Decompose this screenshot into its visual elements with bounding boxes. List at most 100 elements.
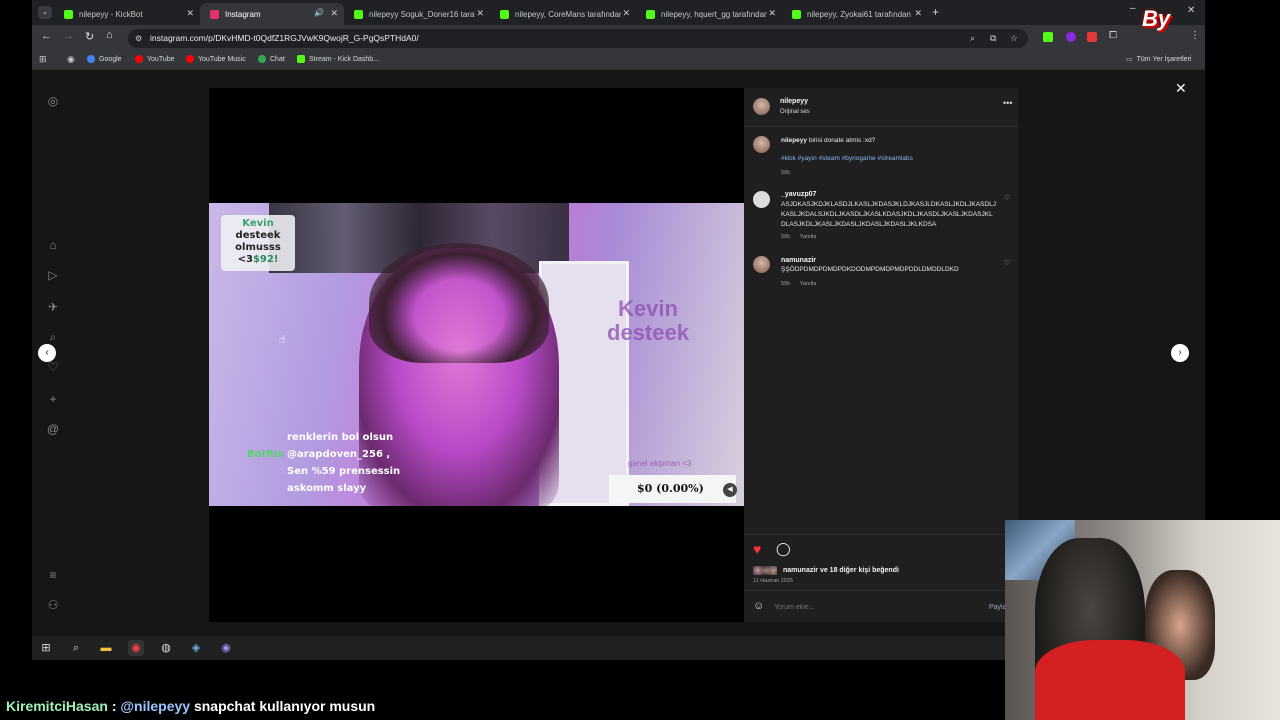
more-menu-icon[interactable]: ≡ xyxy=(46,568,60,582)
liked-heart-icon[interactable]: ♥ xyxy=(753,541,761,557)
hashtags[interactable]: #kick #yayın #steam #bynogame #streamlab… xyxy=(781,155,913,162)
bookmark-kick-dashboard[interactable]: Stream - Kick Dashb... xyxy=(297,55,379,63)
webcam-feed xyxy=(1005,520,1280,720)
like-comment-icon[interactable]: ♡ xyxy=(1004,259,1010,267)
emoji-icon[interactable]: ☺ xyxy=(753,600,764,612)
close-icon[interactable]: ✕ xyxy=(914,8,922,19)
more-options-icon[interactable]: ••• xyxy=(1003,98,1012,108)
comment-input[interactable] xyxy=(774,600,974,614)
puzzle-icon[interactable]: ⧠ xyxy=(1109,30,1117,41)
windows-start-icon[interactable]: ⊞ xyxy=(38,640,54,656)
alert-line: <3 xyxy=(237,254,253,265)
create-icon[interactable]: + xyxy=(46,392,60,406)
video-frame[interactable]: Kevin desteek olmusss <3$92! Kevin deste… xyxy=(209,203,744,506)
steam-icon[interactable]: ◈ xyxy=(188,640,204,656)
threads-icon[interactable]: @ xyxy=(46,422,60,436)
caption-user[interactable]: nilepeyy xyxy=(781,137,807,144)
chat-bot-name: BotRix xyxy=(247,449,284,460)
avatar[interactable] xyxy=(753,256,770,273)
chrome-icon[interactable]: ◉ xyxy=(128,640,144,656)
bookmark-youtube[interactable]: YouTube xyxy=(135,55,175,63)
meta-icon[interactable]: ⚇ xyxy=(46,598,60,612)
chat-separator: : xyxy=(107,698,121,714)
liker-avatars xyxy=(753,566,777,575)
comment-user[interactable]: namunazir xyxy=(781,257,816,264)
streamer-shirt xyxy=(1035,640,1185,720)
url-text: instagram.com/p/DKvHMD-t0QdfZ1RGJVwK9Qwo… xyxy=(150,33,419,43)
address-bar[interactable]: ⚙ instagram.com/p/DKvHMD-t0QdfZ1RGJVwK9Q… xyxy=(128,29,1028,48)
file-explorer-icon[interactable]: ▬ xyxy=(98,640,114,656)
tab-coremans[interactable]: nilepeyy, CoreMans tarafından ✕ xyxy=(490,3,636,25)
bookmark-chat[interactable]: Chat xyxy=(258,55,285,63)
kick-icon xyxy=(354,9,363,19)
reply-link[interactable]: Yanıtla xyxy=(800,281,817,287)
likes-text[interactable]: namunazir ve 18 diğer kişi beğendi xyxy=(783,567,899,574)
tab-search-icon[interactable]: ⌄ xyxy=(38,6,52,19)
next-post-icon[interactable]: › xyxy=(1171,344,1189,362)
comment-icon[interactable]: ◯ xyxy=(776,541,791,557)
avatar[interactable] xyxy=(753,191,770,208)
close-icon[interactable]: ✕ xyxy=(330,8,338,19)
reload-icon[interactable]: ↻ xyxy=(85,30,94,43)
donation-watermark: Kevin desteek xyxy=(607,297,689,345)
bookmark-google[interactable]: Google xyxy=(87,55,122,63)
comment-meta: 59h Yanıtla xyxy=(781,234,824,240)
tab-soguk-doner[interactable]: nilepeyy Soguk_Doner16 tarafından ✕ xyxy=(344,3,490,25)
extension-red-icon[interactable] xyxy=(1087,32,1097,42)
comment-meta: 59h Yanıtla xyxy=(781,281,824,287)
home-icon[interactable]: ⌂ xyxy=(46,238,60,252)
tab-zyokai[interactable]: nilepeyy, Zyokai61 tarafından ✕ xyxy=(782,3,928,25)
all-bookmarks[interactable]: ▭ Tüm Yer İşaretleri xyxy=(1126,55,1191,64)
alert-line: olmusss xyxy=(235,242,281,253)
install-icon[interactable]: ⧉ xyxy=(990,29,996,48)
google-icon xyxy=(87,55,95,63)
site-settings-icon[interactable]: ⚙ xyxy=(135,29,142,48)
reply-link[interactable]: Yanıtla xyxy=(800,234,817,240)
mute-icon[interactable]: ◀ xyxy=(723,483,737,497)
comment-user[interactable]: _yavuzp07 xyxy=(781,191,816,198)
channel-logo: By xyxy=(1142,6,1194,40)
bookmark-youtube-music[interactable]: YouTube Music xyxy=(186,55,246,63)
close-icon[interactable]: ✕ xyxy=(622,8,630,19)
previous-post-icon[interactable]: ‹ xyxy=(38,344,56,362)
back-icon[interactable]: ← xyxy=(41,30,52,42)
bookmark-star-icon[interactable]: ☆ xyxy=(1010,29,1018,48)
divider xyxy=(744,534,1018,535)
post-author[interactable]: nilepeyy xyxy=(780,98,808,105)
kick-icon xyxy=(792,9,801,19)
new-tab-icon[interactable]: + xyxy=(932,5,939,19)
like-comment-icon[interactable]: ♡ xyxy=(1004,194,1010,202)
speaker-icon[interactable]: 🔊 xyxy=(314,8,324,17)
tab-label: nilepeyy, CoreMans tarafından xyxy=(515,9,621,19)
home-icon[interactable]: ⌂ xyxy=(106,29,113,41)
minimize-icon[interactable]: – xyxy=(1130,3,1136,14)
divider xyxy=(744,590,1018,591)
obs-icon[interactable]: ◍ xyxy=(158,640,174,656)
post-media[interactable]: Kevin desteek olmusss <3$92! Kevin deste… xyxy=(209,88,744,622)
search-icon[interactable]: ⌕ xyxy=(46,330,60,345)
kick-icon xyxy=(646,9,655,19)
instagram-icon[interactable]: ◎ xyxy=(46,94,60,108)
close-icon[interactable]: ✕ xyxy=(186,8,194,19)
zoom-icon[interactable]: ⌕ xyxy=(970,29,975,48)
comment-time: 59h xyxy=(781,234,791,240)
notifications-icon[interactable]: ♡ xyxy=(46,360,60,374)
forward-icon[interactable]: → xyxy=(63,30,74,42)
tab-kickbot[interactable]: nilepeyy - KickBot ✕ xyxy=(54,3,200,25)
app-icon[interactable]: ◉ xyxy=(218,640,234,656)
chromium-icon[interactable]: ◉ xyxy=(67,54,75,65)
search-icon[interactable]: ⌕ xyxy=(68,640,84,656)
extension-icon[interactable] xyxy=(1066,32,1076,42)
close-icon[interactable]: ✕ xyxy=(476,8,484,19)
close-modal-icon[interactable]: ✕ xyxy=(1175,80,1187,97)
reels-icon[interactable]: ▷ xyxy=(46,268,60,282)
messages-icon[interactable]: ✈ xyxy=(46,300,60,314)
tab-hquert[interactable]: nilepeyy, hquert_gg tarafından ✕ xyxy=(636,3,782,25)
close-icon[interactable]: ✕ xyxy=(768,8,776,19)
audio-label[interactable]: Orijinal ses xyxy=(780,109,810,115)
kick-extension-icon[interactable] xyxy=(1043,32,1053,42)
avatar[interactable] xyxy=(753,136,770,153)
avatar[interactable] xyxy=(753,98,770,115)
apps-icon[interactable]: ⊞ xyxy=(39,54,47,65)
tab-instagram[interactable]: Instagram 🔊 ✕ xyxy=(200,3,344,25)
